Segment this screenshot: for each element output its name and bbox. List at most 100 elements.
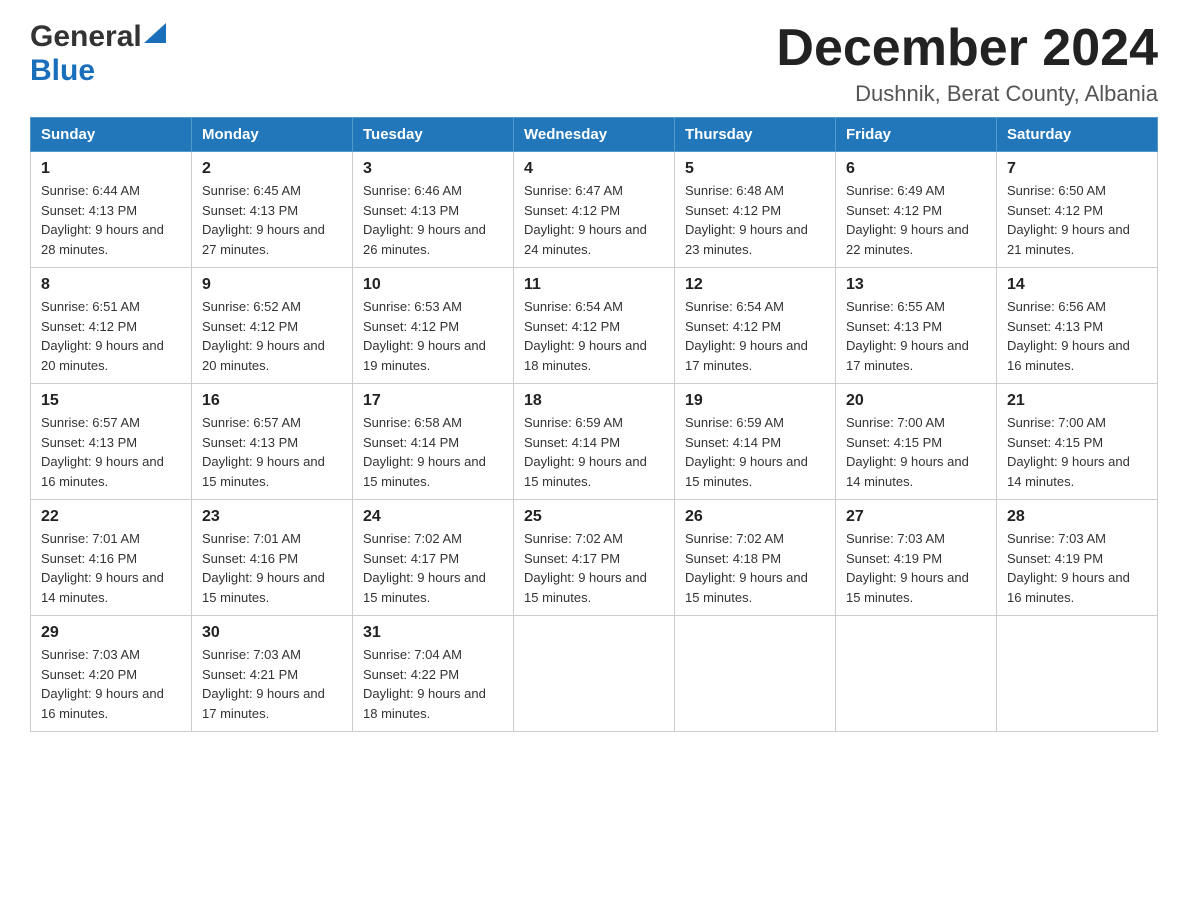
title-block: December 2024 Dushnik, Berat County, Alb… (776, 20, 1158, 107)
calendar-day-cell: 24 Sunrise: 7:02 AMSunset: 4:17 PMDaylig… (353, 500, 514, 616)
day-info: Sunrise: 6:45 AMSunset: 4:13 PMDaylight:… (202, 183, 325, 257)
calendar-day-cell: 11 Sunrise: 6:54 AMSunset: 4:12 PMDaylig… (514, 268, 675, 384)
calendar-day-cell: 20 Sunrise: 7:00 AMSunset: 4:15 PMDaylig… (836, 384, 997, 500)
calendar-day-cell: 14 Sunrise: 6:56 AMSunset: 4:13 PMDaylig… (997, 268, 1158, 384)
calendar-day-cell: 12 Sunrise: 6:54 AMSunset: 4:12 PMDaylig… (675, 268, 836, 384)
day-info: Sunrise: 6:57 AMSunset: 4:13 PMDaylight:… (41, 415, 164, 489)
calendar-day-cell: 27 Sunrise: 7:03 AMSunset: 4:19 PMDaylig… (836, 500, 997, 616)
day-info: Sunrise: 6:59 AMSunset: 4:14 PMDaylight:… (685, 415, 808, 489)
calendar-day-cell: 6 Sunrise: 6:49 AMSunset: 4:12 PMDayligh… (836, 152, 997, 268)
calendar-table: Sunday Monday Tuesday Wednesday Thursday… (30, 117, 1158, 732)
day-info: Sunrise: 6:56 AMSunset: 4:13 PMDaylight:… (1007, 299, 1130, 373)
day-info: Sunrise: 6:44 AMSunset: 4:13 PMDaylight:… (41, 183, 164, 257)
day-number: 11 (524, 276, 664, 294)
day-info: Sunrise: 6:57 AMSunset: 4:13 PMDaylight:… (202, 415, 325, 489)
day-number: 16 (202, 392, 342, 410)
day-number: 12 (685, 276, 825, 294)
day-info: Sunrise: 6:46 AMSunset: 4:13 PMDaylight:… (363, 183, 486, 257)
calendar-week-row: 29 Sunrise: 7:03 AMSunset: 4:20 PMDaylig… (31, 616, 1158, 732)
day-number: 4 (524, 160, 664, 178)
day-info: Sunrise: 6:50 AMSunset: 4:12 PMDaylight:… (1007, 183, 1130, 257)
day-info: Sunrise: 6:58 AMSunset: 4:14 PMDaylight:… (363, 415, 486, 489)
calendar-day-cell: 13 Sunrise: 6:55 AMSunset: 4:13 PMDaylig… (836, 268, 997, 384)
calendar-day-cell: 10 Sunrise: 6:53 AMSunset: 4:12 PMDaylig… (353, 268, 514, 384)
day-info: Sunrise: 7:03 AMSunset: 4:20 PMDaylight:… (41, 647, 164, 721)
day-number: 15 (41, 392, 181, 410)
calendar-week-row: 22 Sunrise: 7:01 AMSunset: 4:16 PMDaylig… (31, 500, 1158, 616)
calendar-week-row: 15 Sunrise: 6:57 AMSunset: 4:13 PMDaylig… (31, 384, 1158, 500)
header-friday: Friday (836, 118, 997, 152)
day-number: 20 (846, 392, 986, 410)
calendar-day-cell: 4 Sunrise: 6:47 AMSunset: 4:12 PMDayligh… (514, 152, 675, 268)
day-info: Sunrise: 6:51 AMSunset: 4:12 PMDaylight:… (41, 299, 164, 373)
day-number: 1 (41, 160, 181, 178)
calendar-week-row: 8 Sunrise: 6:51 AMSunset: 4:12 PMDayligh… (31, 268, 1158, 384)
calendar-day-cell: 26 Sunrise: 7:02 AMSunset: 4:18 PMDaylig… (675, 500, 836, 616)
day-info: Sunrise: 7:00 AMSunset: 4:15 PMDaylight:… (846, 415, 969, 489)
header-sunday: Sunday (31, 118, 192, 152)
day-info: Sunrise: 6:59 AMSunset: 4:14 PMDaylight:… (524, 415, 647, 489)
calendar-day-cell: 1 Sunrise: 6:44 AMSunset: 4:13 PMDayligh… (31, 152, 192, 268)
calendar-day-cell: 28 Sunrise: 7:03 AMSunset: 4:19 PMDaylig… (997, 500, 1158, 616)
day-number: 13 (846, 276, 986, 294)
day-number: 30 (202, 624, 342, 642)
day-info: Sunrise: 6:55 AMSunset: 4:13 PMDaylight:… (846, 299, 969, 373)
page-header: General Blue December 2024 Dushnik, Bera… (30, 20, 1158, 107)
header-thursday: Thursday (675, 118, 836, 152)
day-number: 21 (1007, 392, 1147, 410)
calendar-day-cell: 17 Sunrise: 6:58 AMSunset: 4:14 PMDaylig… (353, 384, 514, 500)
calendar-day-cell: 25 Sunrise: 7:02 AMSunset: 4:17 PMDaylig… (514, 500, 675, 616)
day-number: 24 (363, 508, 503, 526)
calendar-day-cell: 7 Sunrise: 6:50 AMSunset: 4:12 PMDayligh… (997, 152, 1158, 268)
calendar-day-cell: 5 Sunrise: 6:48 AMSunset: 4:12 PMDayligh… (675, 152, 836, 268)
calendar-day-cell: 23 Sunrise: 7:01 AMSunset: 4:16 PMDaylig… (192, 500, 353, 616)
day-number: 19 (685, 392, 825, 410)
day-number: 9 (202, 276, 342, 294)
calendar-day-cell: 30 Sunrise: 7:03 AMSunset: 4:21 PMDaylig… (192, 616, 353, 732)
logo: General Blue (30, 20, 166, 88)
day-info: Sunrise: 7:03 AMSunset: 4:21 PMDaylight:… (202, 647, 325, 721)
day-info: Sunrise: 7:02 AMSunset: 4:17 PMDaylight:… (363, 531, 486, 605)
day-number: 10 (363, 276, 503, 294)
day-number: 26 (685, 508, 825, 526)
day-number: 25 (524, 508, 664, 526)
day-info: Sunrise: 7:04 AMSunset: 4:22 PMDaylight:… (363, 647, 486, 721)
header-wednesday: Wednesday (514, 118, 675, 152)
day-info: Sunrise: 7:01 AMSunset: 4:16 PMDaylight:… (41, 531, 164, 605)
day-number: 8 (41, 276, 181, 294)
calendar-day-cell: 15 Sunrise: 6:57 AMSunset: 4:13 PMDaylig… (31, 384, 192, 500)
calendar-day-cell: 22 Sunrise: 7:01 AMSunset: 4:16 PMDaylig… (31, 500, 192, 616)
day-info: Sunrise: 6:54 AMSunset: 4:12 PMDaylight:… (685, 299, 808, 373)
calendar-day-cell (675, 616, 836, 732)
day-info: Sunrise: 6:53 AMSunset: 4:12 PMDaylight:… (363, 299, 486, 373)
day-info: Sunrise: 6:49 AMSunset: 4:12 PMDaylight:… (846, 183, 969, 257)
calendar-day-cell: 3 Sunrise: 6:46 AMSunset: 4:13 PMDayligh… (353, 152, 514, 268)
day-number: 2 (202, 160, 342, 178)
day-number: 31 (363, 624, 503, 642)
day-number: 6 (846, 160, 986, 178)
day-number: 5 (685, 160, 825, 178)
day-number: 7 (1007, 160, 1147, 178)
calendar-day-cell (997, 616, 1158, 732)
day-info: Sunrise: 6:52 AMSunset: 4:12 PMDaylight:… (202, 299, 325, 373)
day-number: 28 (1007, 508, 1147, 526)
logo-arrow-icon (144, 23, 166, 48)
day-info: Sunrise: 6:48 AMSunset: 4:12 PMDaylight:… (685, 183, 808, 257)
day-info: Sunrise: 7:02 AMSunset: 4:18 PMDaylight:… (685, 531, 808, 605)
day-info: Sunrise: 7:01 AMSunset: 4:16 PMDaylight:… (202, 531, 325, 605)
calendar-day-cell: 19 Sunrise: 6:59 AMSunset: 4:14 PMDaylig… (675, 384, 836, 500)
day-info: Sunrise: 7:00 AMSunset: 4:15 PMDaylight:… (1007, 415, 1130, 489)
calendar-day-cell: 18 Sunrise: 6:59 AMSunset: 4:14 PMDaylig… (514, 384, 675, 500)
day-number: 3 (363, 160, 503, 178)
calendar-day-cell (514, 616, 675, 732)
day-info: Sunrise: 7:03 AMSunset: 4:19 PMDaylight:… (846, 531, 969, 605)
header-monday: Monday (192, 118, 353, 152)
calendar-day-cell (836, 616, 997, 732)
day-info: Sunrise: 7:02 AMSunset: 4:17 PMDaylight:… (524, 531, 647, 605)
day-number: 29 (41, 624, 181, 642)
day-number: 17 (363, 392, 503, 410)
location-subtitle: Dushnik, Berat County, Albania (776, 81, 1158, 107)
header-tuesday: Tuesday (353, 118, 514, 152)
calendar-day-cell: 21 Sunrise: 7:00 AMSunset: 4:15 PMDaylig… (997, 384, 1158, 500)
calendar-day-cell: 16 Sunrise: 6:57 AMSunset: 4:13 PMDaylig… (192, 384, 353, 500)
